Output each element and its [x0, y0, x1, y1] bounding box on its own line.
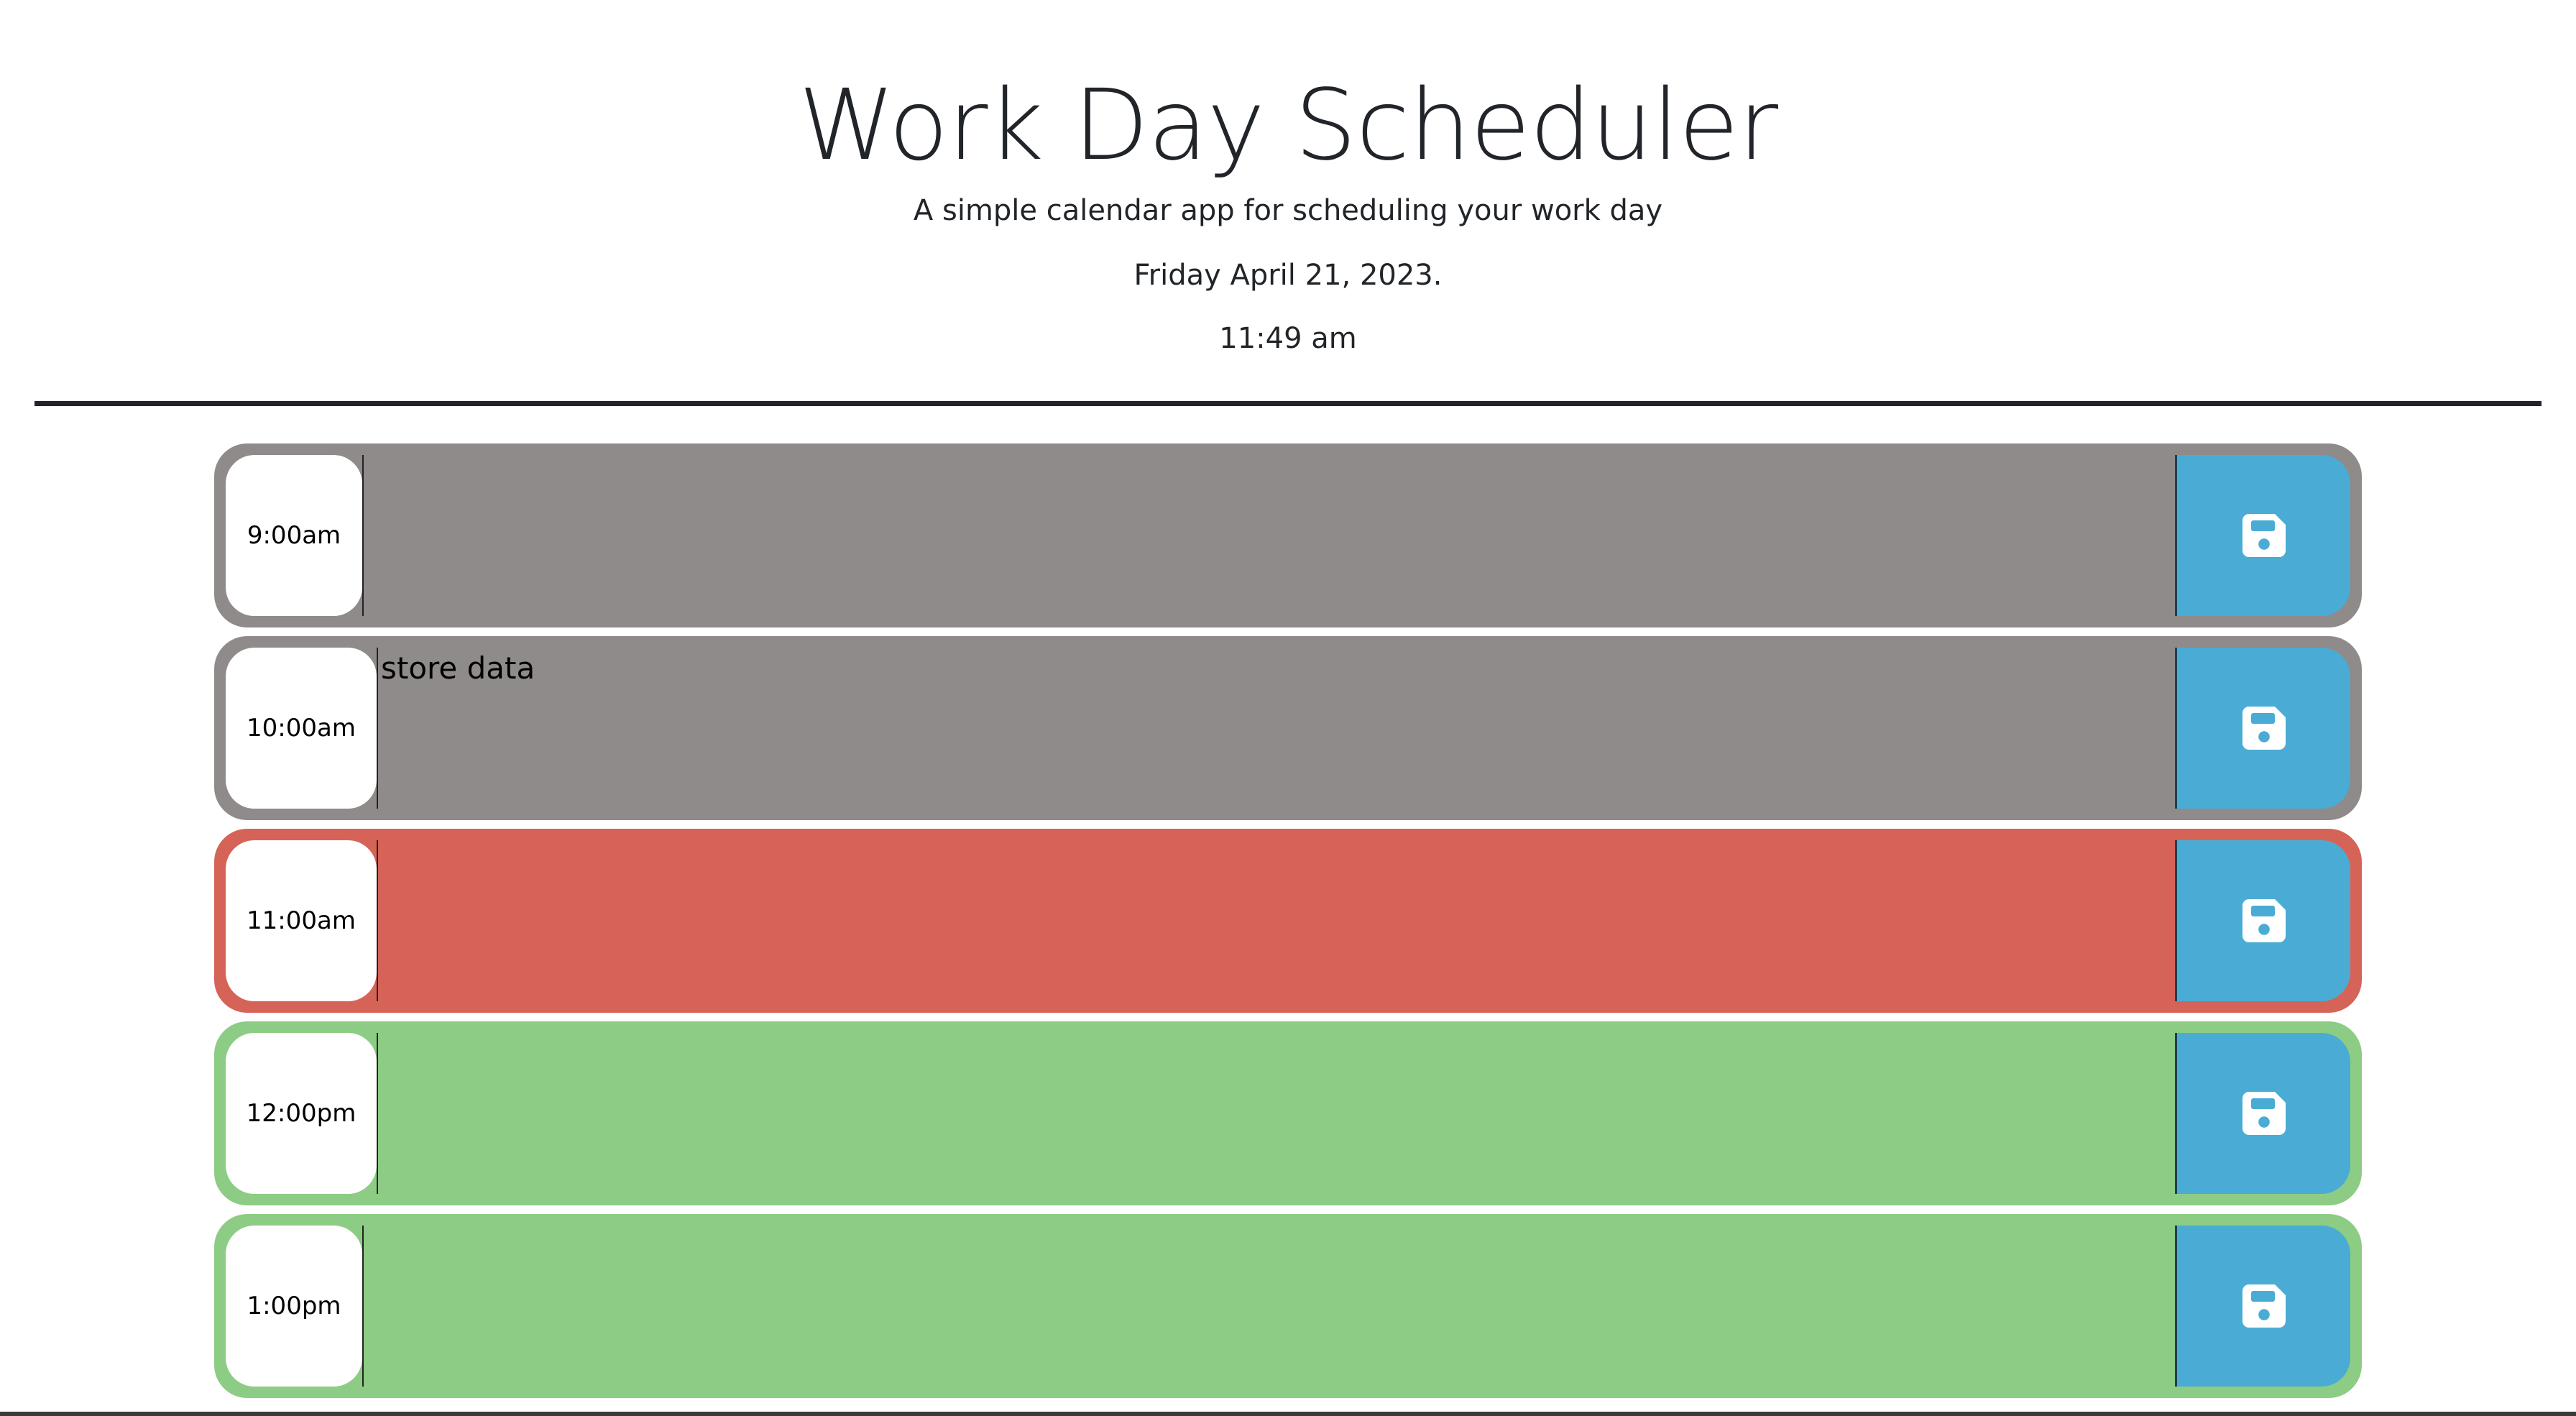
- floppy-disk-icon: [2242, 1092, 2286, 1135]
- save-button[interactable]: [2175, 648, 2350, 809]
- window-bottom-edge: [0, 1412, 2576, 1416]
- time-block-row: 11:00am: [214, 829, 2362, 1013]
- time-block-row: 1:00pm: [214, 1214, 2362, 1398]
- floppy-disk-icon: [2242, 514, 2286, 557]
- hour-label: 9:00am: [226, 455, 362, 616]
- event-description-textarea[interactable]: [362, 1226, 2175, 1387]
- header-divider: [34, 401, 2542, 406]
- hour-label: 12:00pm: [226, 1033, 377, 1194]
- floppy-disk-icon: [2242, 899, 2286, 942]
- time-block-row: 9:00am: [214, 443, 2362, 627]
- floppy-disk-icon: [2242, 1284, 2286, 1328]
- floppy-disk-icon: [2242, 707, 2286, 750]
- hour-label: 11:00am: [226, 840, 377, 1001]
- hour-label: 1:00pm: [226, 1226, 362, 1387]
- save-button[interactable]: [2175, 840, 2350, 1001]
- event-description-textarea[interactable]: [377, 1033, 2175, 1194]
- save-button[interactable]: [2175, 455, 2350, 616]
- save-button[interactable]: [2175, 1033, 2350, 1194]
- event-description-textarea[interactable]: [377, 840, 2175, 1001]
- time-block-row: 12:00pm: [214, 1021, 2362, 1205]
- event-description-textarea[interactable]: [362, 455, 2175, 616]
- page-title: Work Day Scheduler: [798, 69, 1778, 183]
- time-block-row: 10:00am store data: [214, 636, 2362, 820]
- save-button[interactable]: [2175, 1226, 2350, 1387]
- page-subtitle: A simple calendar app for scheduling you…: [913, 194, 1663, 227]
- event-description-textarea[interactable]: store data: [377, 648, 2175, 809]
- hour-label: 10:00am: [226, 648, 377, 809]
- current-time: 11:49 am: [1219, 322, 1357, 355]
- current-date: Friday April 21, 2023.: [1133, 259, 1443, 292]
